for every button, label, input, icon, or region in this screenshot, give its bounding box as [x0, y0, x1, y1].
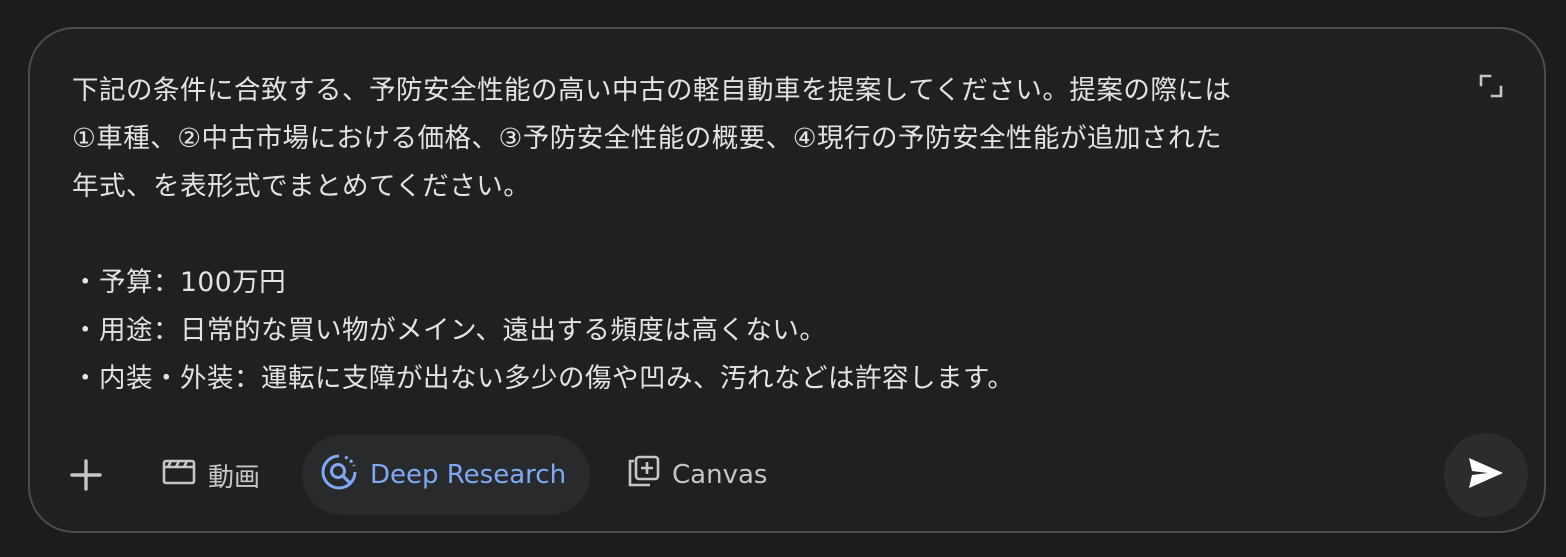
clapperboard-icon: [162, 457, 196, 494]
prompt-line: 年式、を表形式でまとめてください。: [72, 171, 531, 202]
canvas-button[interactable]: Canvas: [604, 435, 789, 515]
deep-research-icon: [320, 453, 358, 498]
prompt-input[interactable]: 下記の条件に合致する、予防安全性能の高い中古の軽自動車を提案してください。提案の…: [72, 67, 1452, 403]
prompt-line: ・内装・外装：運転に支障が出ない多少の傷や凹み、汚れなどは許容します。: [72, 363, 1015, 394]
plus-icon[interactable]: [66, 455, 106, 495]
video-label: 動画: [208, 462, 261, 493]
prompt-line: ・予算：100万円: [72, 267, 287, 298]
send-icon: [1466, 455, 1506, 495]
prompt-blank-line: [72, 211, 1452, 259]
expand-icon[interactable]: [1478, 73, 1504, 99]
input-toolbar: 動画 Deep Research Canvas: [30, 433, 1544, 517]
canvas-icon: [626, 455, 660, 496]
deep-research-button[interactable]: Deep Research: [302, 435, 591, 515]
prompt-composer: 下記の条件に合致する、予防安全性能の高い中古の軽自動車を提案してください。提案の…: [28, 27, 1546, 533]
deep-research-label: Deep Research: [370, 460, 567, 490]
prompt-line: 下記の条件に合致する、予防安全性能の高い中古の軽自動車を提案してください。提案の…: [72, 75, 1232, 106]
send-button[interactable]: [1444, 433, 1528, 517]
video-button[interactable]: 動画: [140, 435, 282, 515]
prompt-line: ①車種、②中古市場における価格、③予防安全性能の概要、④現行の予防安全性能が追加…: [72, 123, 1223, 154]
canvas-label: Canvas: [672, 460, 768, 490]
prompt-line: ・用途：日常的な買い物がメイン、遠出する頻度は高くない。: [72, 315, 827, 346]
